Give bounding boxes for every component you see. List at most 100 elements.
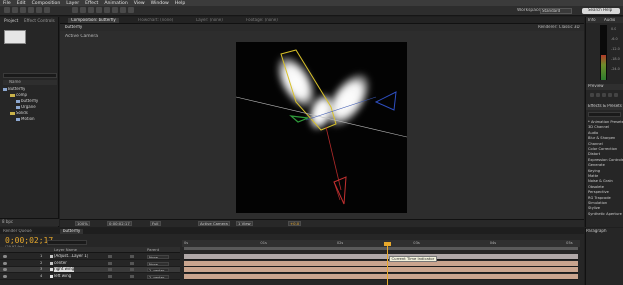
tab-flowchart[interactable]: Flowchart: (none) [138,18,173,23]
tab-composition[interactable]: Composition: butterfly [68,18,119,23]
menu-window[interactable]: Window [151,1,169,6]
selection-tool-icon[interactable] [4,7,10,13]
3d-layer-switch-icon[interactable] [130,261,134,265]
menu-effect[interactable]: Effect [85,1,98,6]
layer-duration-bar[interactable] [184,260,578,267]
brush-tool-icon[interactable] [96,7,102,13]
effects-category[interactable]: Generate [588,163,605,167]
tab-timeline-butterfly[interactable]: butterfly [60,229,84,234]
timeline-search-input[interactable] [47,240,87,245]
comp-viewport[interactable] [236,42,407,213]
quality-switch-icon[interactable] [108,261,112,265]
layer-label-swatch[interactable] [50,268,53,271]
menu-edit[interactable]: Edit [17,1,26,6]
effects-search-input[interactable] [588,112,621,117]
col-layer-name[interactable]: Layer Name [54,248,77,253]
parent-select[interactable]: 2. center [147,274,169,279]
play-icon[interactable] [602,93,606,97]
layer-row[interactable]: 4 left wing 2. center [0,273,180,280]
project-search-input[interactable] [3,73,57,78]
tab-layer[interactable]: Layer: (none) [196,18,223,23]
visibility-eye-icon[interactable] [3,255,7,258]
3d-layer-switch-icon[interactable] [130,274,134,278]
rectangle-tool-icon[interactable] [72,7,78,13]
effects-category[interactable]: Perspective [588,190,609,194]
time-ruler[interactable] [182,240,580,247]
tab-preview[interactable]: Preview [586,84,623,90]
prev-frame-icon[interactable] [596,93,600,97]
project-item[interactable]: Motion [16,117,35,122]
quality-switch-icon[interactable] [108,268,112,271]
effects-category[interactable]: Keying [588,169,600,173]
zoom-tool-icon[interactable] [20,7,26,13]
tab-info[interactable]: Info [588,18,596,23]
roto-brush-tool-icon[interactable] [120,7,126,13]
layer-name[interactable]: center [54,261,67,266]
effects-category[interactable]: Noise & Grain [588,179,613,183]
effects-category[interactable]: Blur & Sharpen [588,136,615,140]
menu-file[interactable]: File [3,1,11,6]
tab-effects-presets[interactable]: Effects & Presets [586,104,623,110]
layer-duration-bar[interactable] [184,254,578,260]
layer-row[interactable]: 1 [Adjust...Layer 1] None [0,254,180,260]
project-item[interactable]: Organe [16,105,36,110]
effects-category[interactable]: Channel [588,142,603,146]
effects-category[interactable]: Obsolete [588,185,604,189]
parent-select[interactable]: None [147,255,169,259]
tab-footage[interactable]: Footage: (none) [246,18,278,23]
renderer-label[interactable]: Renderer: Classic 3D [538,25,580,30]
pen-tool-icon[interactable] [80,7,86,13]
menu-composition[interactable]: Composition [32,1,61,6]
visibility-eye-icon[interactable] [3,261,7,265]
effects-category[interactable]: 3D Channel [588,125,609,129]
effects-category[interactable]: Audio [588,131,598,135]
orbit-camera-tool-icon[interactable] [36,7,42,13]
cti-handle[interactable] [383,242,391,246]
bpc-label[interactable]: 8 bpc [2,219,13,224]
layer-duration-bar[interactable] [184,273,578,280]
first-frame-icon[interactable] [590,93,594,97]
project-item[interactable]: Solids [10,111,28,116]
tab-effect-controls[interactable]: Effect Controls [22,18,57,24]
layer-row[interactable]: 3 right wing 2. center [0,267,180,273]
layer-label-swatch[interactable] [50,255,53,258]
layer-row[interactable]: 2 center None [0,260,180,267]
hand-tool-icon[interactable] [12,7,18,13]
text-tool-icon[interactable] [88,7,94,13]
quality-switch-icon[interactable] [108,255,112,258]
tab-audio[interactable]: Audio [604,18,615,23]
effects-category[interactable]: Expression Controls [588,158,623,162]
workspace-select[interactable]: Standard [540,8,572,14]
exposure-value[interactable]: +0.0 [288,221,302,226]
visibility-eye-icon[interactable] [3,268,7,271]
search-help-input[interactable]: Search Help [582,8,620,14]
effects-category[interactable]: Simulation [588,201,607,205]
effects-category[interactable]: Distort [588,152,600,156]
3d-layer-switch-icon[interactable] [130,268,134,271]
layer-label-swatch[interactable] [50,261,53,265]
tab-paragraph[interactable]: Paragraph [586,229,607,234]
layer-name[interactable]: right wing [54,267,75,272]
ram-preview-icon[interactable] [614,93,618,97]
clone-stamp-tool-icon[interactable] [104,7,110,13]
quality-switch-icon[interactable] [108,274,112,278]
work-area-bar[interactable] [184,247,578,250]
project-column-name[interactable]: Name [3,80,57,85]
zoom-select[interactable]: 100% [75,221,90,226]
tab-project[interactable]: Project [2,18,20,24]
parent-select[interactable]: 2. center [147,268,169,272]
effects-category[interactable]: * Animation Presets [588,120,623,124]
comp-subtab[interactable]: butterfly [65,25,82,30]
project-item[interactable]: comp [10,93,27,98]
pan-behind-tool-icon[interactable] [44,7,50,13]
effects-category[interactable]: Matte [588,174,598,178]
visibility-eye-icon[interactable] [3,274,7,278]
effects-category[interactable]: RG Trapcode [588,196,611,200]
tab-render-queue[interactable]: Render Queue [3,229,32,234]
3d-layer-switch-icon[interactable] [130,255,134,258]
layer-name[interactable]: left wing [54,274,71,279]
project-item[interactable]: butterfly [16,99,38,104]
layer-label-swatch[interactable] [50,274,53,278]
current-time-indicator[interactable] [386,244,388,285]
views-select[interactable]: 1 View [236,221,253,226]
